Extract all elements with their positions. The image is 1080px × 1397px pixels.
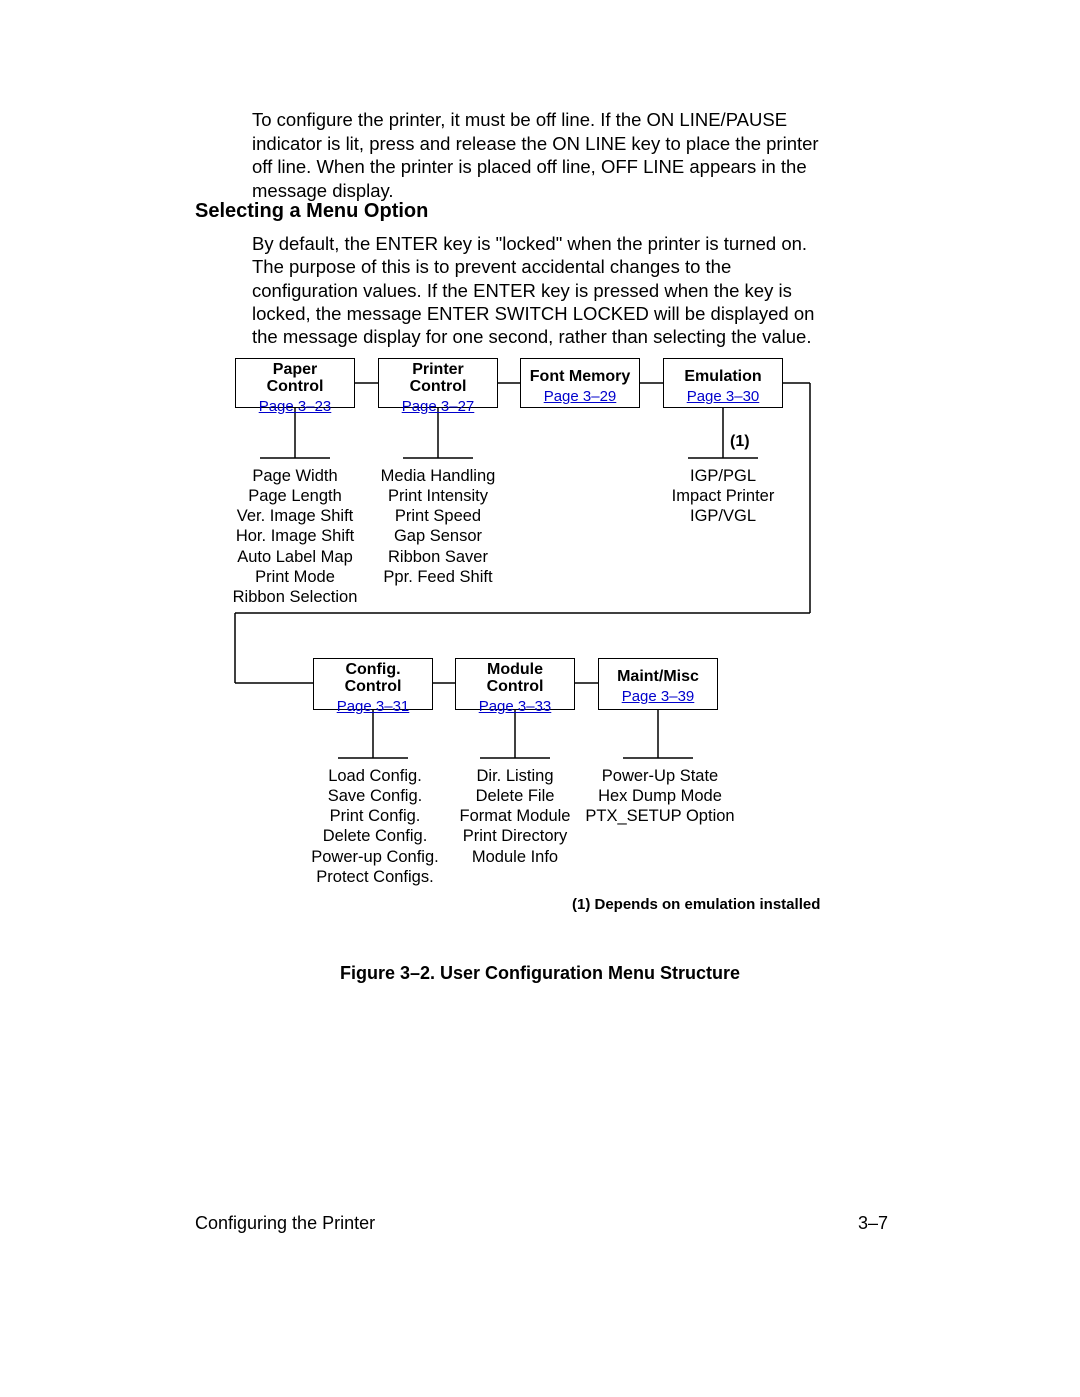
sub-items-paper: Page Width Page Length Ver. Image Shift … — [200, 466, 390, 607]
footer-chapter: Configuring the Printer — [195, 1213, 375, 1234]
section-heading: Selecting a Menu Option — [195, 200, 428, 223]
page-link[interactable]: Page 3–29 — [521, 388, 639, 405]
sub-items-config: Load Config. Save Config. Print Config. … — [295, 766, 455, 887]
box-title: Module Control — [456, 662, 574, 696]
page-link[interactable]: Page 3–30 — [664, 388, 782, 405]
body-paragraph: By default, the ENTER key is "locked" wh… — [252, 232, 842, 348]
box-title: Emulation — [664, 362, 782, 386]
box-config-control: Config. Control Page 3–31 — [313, 658, 433, 710]
box-title: Config. Control — [314, 662, 432, 696]
box-emulation: Emulation Page 3–30 — [663, 358, 783, 408]
box-font-memory: Font Memory Page 3–29 — [520, 358, 640, 408]
sub-items-printer: Media Handling Print Intensity Print Spe… — [368, 466, 508, 587]
box-title: Maint/Misc — [599, 662, 717, 686]
sub-items-emulation: IGP/PGL Impact Printer IGP/VGL — [648, 466, 798, 526]
menu-structure-diagram: Paper Control Page 3–23 Printer Control … — [200, 358, 840, 938]
box-module-control: Module Control Page 3–33 — [455, 658, 575, 710]
box-title: Font Memory — [521, 362, 639, 386]
sub-items-module: Dir. Listing Delete File Format Module P… — [440, 766, 590, 867]
page-link[interactable]: Page 3–27 — [379, 398, 497, 415]
box-paper-control: Paper Control Page 3–23 — [235, 358, 355, 408]
sub-items-maint: Power-Up State Hex Dump Mode PTX_SETUP O… — [570, 766, 750, 826]
figure-caption: Figure 3–2. User Configuration Menu Stru… — [0, 963, 1080, 984]
note-ref: (1) — [730, 433, 750, 451]
page-link[interactable]: Page 3–23 — [236, 398, 354, 415]
intro-paragraph: To configure the printer, it must be off… — [252, 108, 842, 203]
box-title: Printer Control — [379, 362, 497, 396]
box-printer-control: Printer Control Page 3–27 — [378, 358, 498, 408]
page-link[interactable]: Page 3–31 — [314, 698, 432, 715]
footer-page-number: 3–7 — [858, 1213, 888, 1234]
box-maint-misc: Maint/Misc Page 3–39 — [598, 658, 718, 710]
box-title: Paper Control — [236, 362, 354, 396]
footnote: (1) Depends on emulation installed — [572, 896, 820, 913]
page-link[interactable]: Page 3–33 — [456, 698, 574, 715]
page-link[interactable]: Page 3–39 — [599, 688, 717, 705]
